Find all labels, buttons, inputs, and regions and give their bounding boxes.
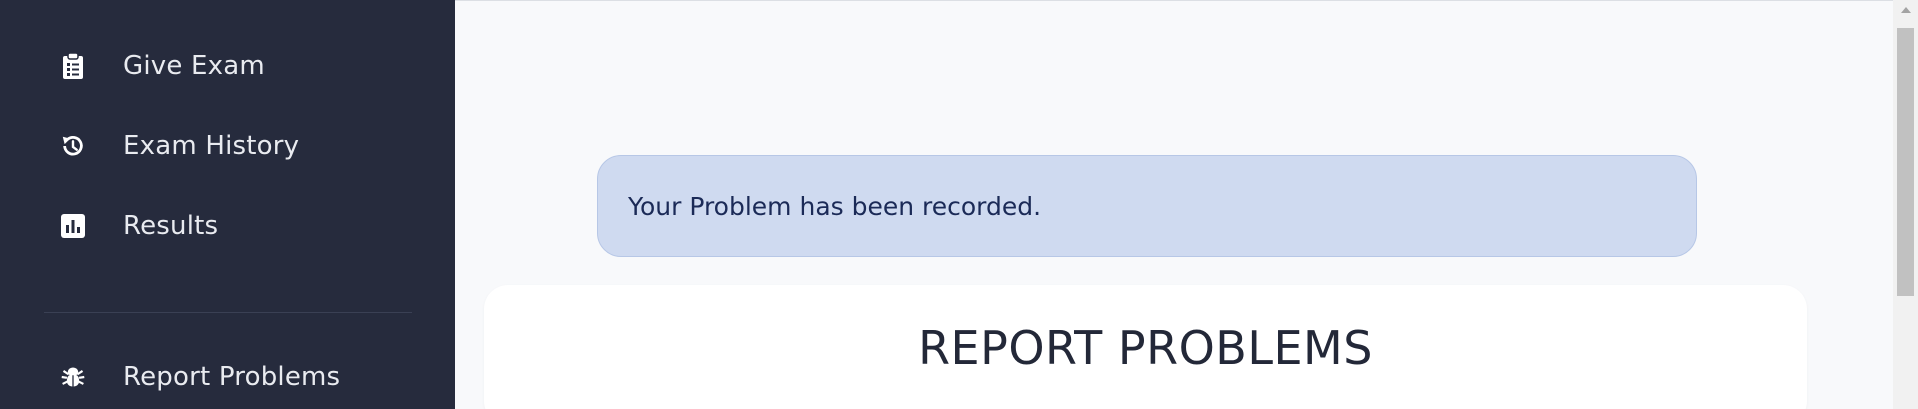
success-alert: Your Problem has been recorded. bbox=[597, 155, 1697, 257]
sidebar-item-label: Give Exam bbox=[123, 51, 265, 81]
sidebar-item-exam-history[interactable]: Exam History bbox=[0, 116, 455, 176]
scroll-up-arrow-icon[interactable] bbox=[1893, 0, 1918, 20]
bug-icon bbox=[60, 364, 86, 390]
history-icon bbox=[60, 133, 86, 159]
scrollbar-thumb[interactable] bbox=[1897, 28, 1914, 296]
page-title: REPORT PROBLEMS bbox=[918, 321, 1373, 375]
sidebar: Give Exam Exam History Results Report Pr… bbox=[0, 0, 455, 409]
clipboard-icon bbox=[60, 52, 86, 79]
sidebar-item-report-problems[interactable]: Report Problems bbox=[0, 347, 455, 407]
sidebar-item-label: Exam History bbox=[123, 131, 300, 161]
sidebar-item-results[interactable]: Results bbox=[0, 196, 455, 256]
main-content: Your Problem has been recorded. REPORT P… bbox=[455, 0, 1893, 409]
vertical-scrollbar[interactable] bbox=[1893, 0, 1918, 409]
sidebar-item-give-exam[interactable]: Give Exam bbox=[0, 36, 455, 96]
sidebar-divider bbox=[44, 312, 412, 313]
sidebar-item-label: Report Problems bbox=[123, 362, 341, 392]
sidebar-item-label: Results bbox=[123, 211, 219, 241]
alert-message: Your Problem has been recorded. bbox=[628, 191, 1042, 221]
report-problems-card: REPORT PROBLEMS bbox=[484, 285, 1807, 409]
chart-icon bbox=[60, 213, 86, 239]
